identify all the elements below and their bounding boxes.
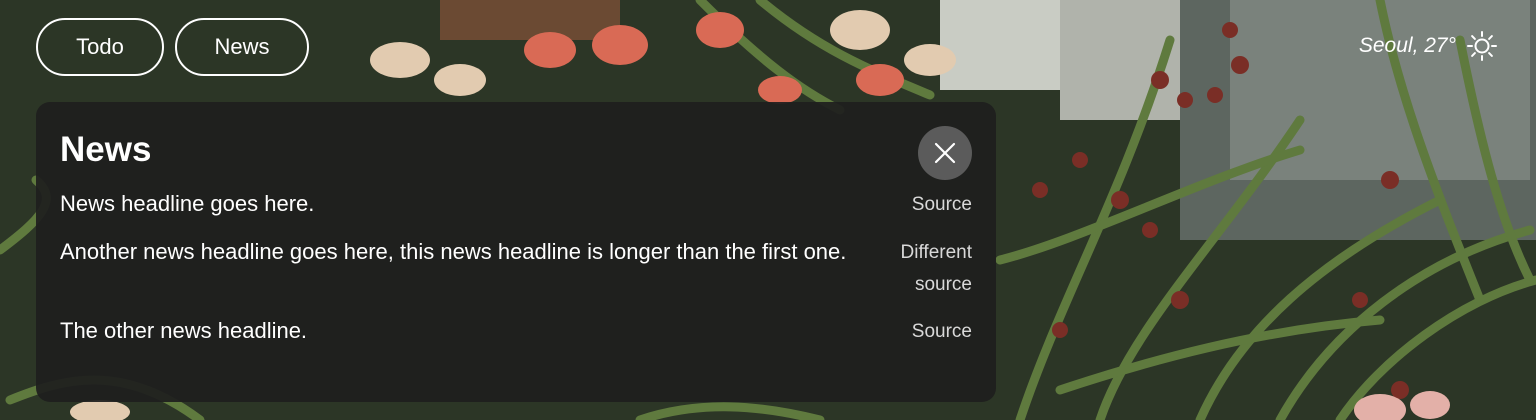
news-panel-title: News [60, 130, 152, 169]
news-headline[interactable]: The other news headline. [60, 313, 307, 349]
weather-text: Seoul, 27° [1358, 34, 1456, 57]
news-source[interactable]: Source [880, 313, 972, 348]
todo-button[interactable]: Todo [36, 18, 164, 76]
sun-icon [1467, 31, 1497, 61]
news-headline[interactable]: News headline goes here. [60, 186, 314, 222]
news-button[interactable]: News [175, 18, 309, 76]
news-panel: News News headline goes here. Source Ano… [36, 102, 996, 402]
weather-widget: Seoul, 27° [1359, 30, 1498, 62]
news-source[interactable]: Different source [880, 234, 972, 301]
news-headline[interactable]: Another news headline goes here, this ne… [60, 234, 846, 270]
news-item: News headline goes here. Source [60, 186, 972, 222]
close-icon [934, 142, 956, 164]
news-source[interactable]: Source [880, 186, 972, 221]
news-list: News headline goes here. Source Another … [60, 186, 972, 349]
news-item: The other news headline. Source [60, 313, 972, 349]
news-item: Another news headline goes here, this ne… [60, 234, 972, 301]
close-button[interactable] [918, 126, 972, 180]
